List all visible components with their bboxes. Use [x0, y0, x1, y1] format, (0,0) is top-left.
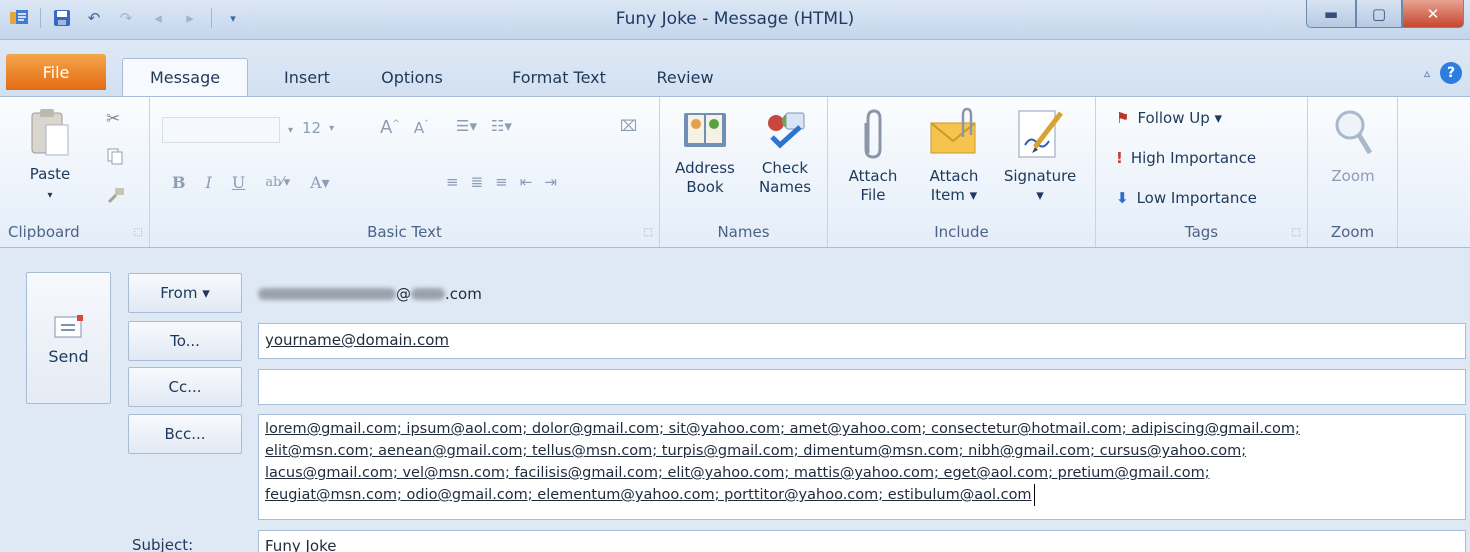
address-book-icon — [684, 113, 726, 147]
italic-icon[interactable]: I — [206, 173, 212, 192]
tab-options[interactable]: Options — [364, 58, 460, 96]
bcc-line: lorem@gmail.com; ipsum@aol.com; dolor@gm… — [265, 421, 1300, 437]
underline-icon[interactable]: U — [232, 173, 245, 192]
bcc-line: lacus@gmail.com; vel@msn.com; facilisis@… — [265, 465, 1210, 481]
send-icon — [54, 315, 83, 338]
zoom-button[interactable]: Zoom — [1318, 107, 1388, 186]
close-button[interactable]: ✕ — [1402, 0, 1464, 28]
bullets-icon[interactable]: ☰▾ — [456, 117, 477, 135]
group-include: Attach File Attach Item ▾ Signature ▾ In… — [828, 97, 1096, 247]
address-book-button[interactable]: Address Book — [670, 107, 740, 197]
dialog-launcher-icon[interactable]: ⬚ — [644, 227, 653, 238]
format-buttons: B I U ab⁄▾ A▾ — [172, 173, 330, 192]
ribbon: Paste ▾ ✂ Clipboard ⬚ ▾ 12 ▾ A^ Aˇ ☰▾ ☷▾ … — [0, 96, 1470, 248]
clear-formatting-icon[interactable]: ⌧ — [620, 117, 637, 135]
title-bar: ↶ ↷ ◂ ▸ ▾ Funy Joke - Message (HTML) ▬ ▢… — [0, 0, 1470, 40]
bcc-button[interactable]: Bcc... — [128, 414, 242, 454]
redacted-text — [411, 288, 445, 300]
highlight-icon[interactable]: ab⁄▾ — [265, 175, 290, 190]
group-label-names: Names — [717, 223, 770, 241]
window-title: Funy Joke - Message (HTML) — [615, 9, 855, 29]
attach-item-button[interactable]: Attach Item ▾ — [914, 107, 994, 205]
group-label-include: Include — [934, 223, 989, 241]
check-names-icon — [768, 112, 805, 149]
group-label-basic-text: Basic Text — [367, 223, 442, 241]
envelope-attach-icon — [930, 107, 976, 154]
align-buttons: ≡ ≣ ≡ ⇤ ⇥ — [446, 173, 557, 191]
signature-icon — [1018, 110, 1063, 158]
paste-icon — [31, 109, 69, 156]
high-importance-button[interactable]: ! High Importance — [1116, 149, 1256, 167]
shrink-font-icon[interactable]: Aˇ — [414, 119, 429, 137]
follow-up-button[interactable]: ⚑ Follow Up ▾ — [1116, 109, 1222, 127]
from-button[interactable]: From ▾ — [128, 273, 242, 313]
group-label-clipboard: Clipboard — [8, 223, 80, 241]
tab-file[interactable]: File — [6, 54, 106, 90]
grow-font-icon[interactable]: A^ — [380, 117, 400, 138]
recipient-address[interactable]: yourname@domain.com — [265, 331, 449, 349]
numbering-icon[interactable]: ☷▾ — [491, 117, 512, 135]
list-buttons: ☰▾ ☷▾ — [456, 117, 512, 135]
signature-button[interactable]: Signature ▾ — [994, 107, 1086, 205]
check-names-button[interactable]: Check Names — [750, 107, 820, 197]
dialog-launcher-icon[interactable]: ⬚ — [134, 227, 143, 238]
font-size-dropdown[interactable]: 12 ▾ — [302, 119, 334, 137]
paperclip-icon — [864, 109, 882, 159]
low-importance-button[interactable]: ⬇ Low Importance — [1116, 189, 1257, 207]
copy-icon[interactable] — [106, 147, 124, 165]
high-importance-icon: ! — [1116, 149, 1123, 167]
subject-field[interactable]: Funy Joke — [258, 530, 1466, 552]
window-controls: ▬ ▢ ✕ — [1306, 0, 1464, 28]
bcc-line: elit@msn.com; aenean@gmail.com; tellus@m… — [265, 443, 1247, 459]
cut-icon[interactable]: ✂ — [106, 109, 120, 129]
help-area: ▵ ? — [1424, 62, 1462, 84]
format-painter-icon[interactable] — [106, 185, 126, 205]
font-color-icon[interactable]: A▾ — [310, 173, 330, 192]
cc-button[interactable]: Cc... — [128, 367, 242, 407]
group-label-tags: Tags — [1184, 223, 1219, 241]
increase-indent-icon[interactable]: ⇥ — [544, 173, 557, 191]
group-names: Address Book Check Names Names — [660, 97, 828, 247]
send-label: Send — [48, 347, 89, 366]
paste-label: Paste — [29, 165, 71, 183]
ribbon-tabs: File Message Insert Options Format Text … — [0, 40, 1470, 96]
decrease-indent-icon[interactable]: ⇤ — [520, 173, 533, 191]
bcc-line: feugiat@msn.com; odio@gmail.com; element… — [265, 484, 1035, 506]
to-field[interactable]: yourname@domain.com — [258, 323, 1466, 359]
bcc-field[interactable]: lorem@gmail.com; ipsum@aol.com; dolor@gm… — [258, 414, 1466, 520]
minimize-ribbon-icon[interactable]: ▵ — [1424, 66, 1430, 80]
help-icon[interactable]: ? — [1440, 62, 1462, 84]
tab-review[interactable]: Review — [640, 58, 730, 96]
from-value: @ .com — [258, 283, 482, 305]
flag-icon: ⚑ — [1116, 109, 1130, 127]
attach-file-button[interactable]: Attach File — [838, 107, 908, 205]
tab-message[interactable]: Message — [122, 58, 248, 96]
dialog-launcher-icon[interactable]: ⬚ — [1292, 227, 1301, 238]
compose-form: Send From ▾ @ .com To... yourname@domain… — [0, 248, 1470, 552]
tab-insert[interactable]: Insert — [262, 58, 352, 96]
subject-label: Subject: — [132, 536, 194, 552]
redacted-text — [258, 288, 396, 300]
group-basic-text: ▾ 12 ▾ A^ Aˇ ☰▾ ☷▾ ⌧ B I U ab⁄▾ A▾ ≡ ≣ ≡ … — [150, 97, 660, 247]
cc-field[interactable] — [258, 369, 1466, 405]
group-clipboard: Paste ▾ ✂ Clipboard ⬚ — [0, 97, 150, 247]
align-left-icon[interactable]: ≡ — [446, 173, 459, 191]
maximize-button[interactable]: ▢ — [1356, 0, 1402, 28]
align-right-icon[interactable]: ≡ — [495, 173, 508, 191]
magnifier-icon — [1335, 110, 1373, 155]
font-name-dropdown[interactable]: ▾ — [162, 117, 293, 143]
tab-format-text[interactable]: Format Text — [486, 58, 632, 96]
low-importance-icon: ⬇ — [1116, 189, 1129, 207]
paste-dropdown-icon[interactable]: ▾ — [47, 190, 52, 201]
group-zoom: Zoom Zoom — [1308, 97, 1398, 247]
font-size-buttons: A^ Aˇ — [380, 117, 429, 138]
minimize-button[interactable]: ▬ — [1306, 0, 1356, 28]
group-label-zoom: Zoom — [1330, 223, 1375, 241]
align-center-icon[interactable]: ≣ — [471, 173, 484, 191]
bold-icon[interactable]: B — [172, 173, 186, 192]
to-button[interactable]: To... — [128, 321, 242, 361]
send-button[interactable]: Send — [26, 272, 111, 404]
group-tags: ⚑ Follow Up ▾ ! High Importance ⬇ Low Im… — [1096, 97, 1308, 247]
paste-button[interactable]: Paste ▾ — [20, 107, 80, 205]
